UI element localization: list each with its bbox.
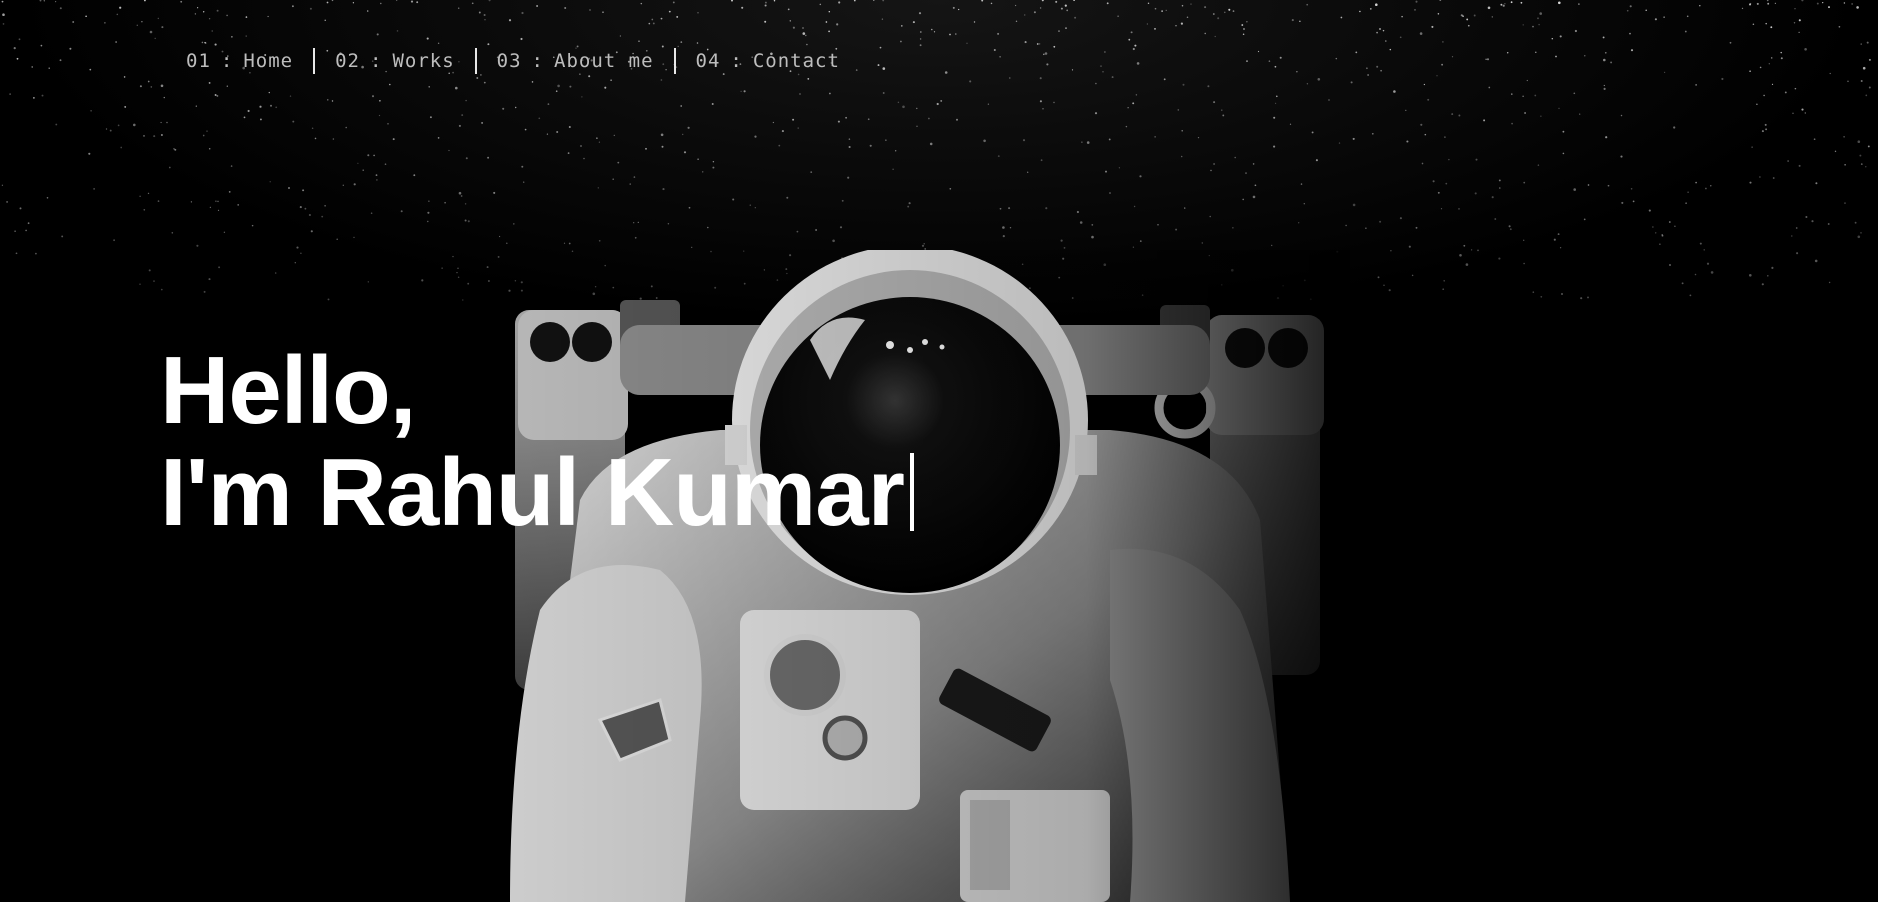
nav-works-number: 02 (335, 50, 360, 72)
nav-about-link[interactable]: 03 : About me (497, 50, 654, 72)
nav-home-label: Home (243, 50, 294, 72)
hero-section: 01 : Home 02 : Works 03 : About me 04 : … (0, 0, 1878, 902)
nav-contact-separator: : (730, 50, 743, 72)
hero-name-text: I'm Rahul Kumar (160, 439, 905, 546)
nav-home-number: 01 (186, 50, 211, 72)
nav-works-separator: : (370, 50, 383, 72)
typing-cursor-icon (909, 453, 914, 531)
hero-heading: Hello, I'm Rahul Kumar (160, 340, 914, 544)
nav-contact-link[interactable]: 04 : Contact (696, 50, 840, 72)
nav-about-number: 03 (496, 50, 522, 72)
nav-works-link[interactable]: 02 : Works (335, 50, 455, 72)
nav-home-link[interactable]: 01 : Home (186, 50, 293, 72)
hero-name-line: I'm Rahul Kumar (160, 442, 914, 544)
nav-contact-label: Contact (752, 50, 840, 72)
nav-contact-number: 04 (695, 50, 721, 72)
nav-divider (673, 48, 676, 74)
nav-home-separator: : (220, 50, 234, 72)
nav-divider (474, 48, 477, 74)
main-navigation: 01 : Home 02 : Works 03 : About me 04 : … (186, 48, 840, 74)
hero-greeting-line: Hello, (160, 337, 416, 444)
nav-about-separator: : (531, 50, 544, 72)
nav-works-label: Works (392, 50, 455, 72)
nav-about-label: About me (554, 50, 654, 72)
nav-divider (313, 48, 316, 74)
